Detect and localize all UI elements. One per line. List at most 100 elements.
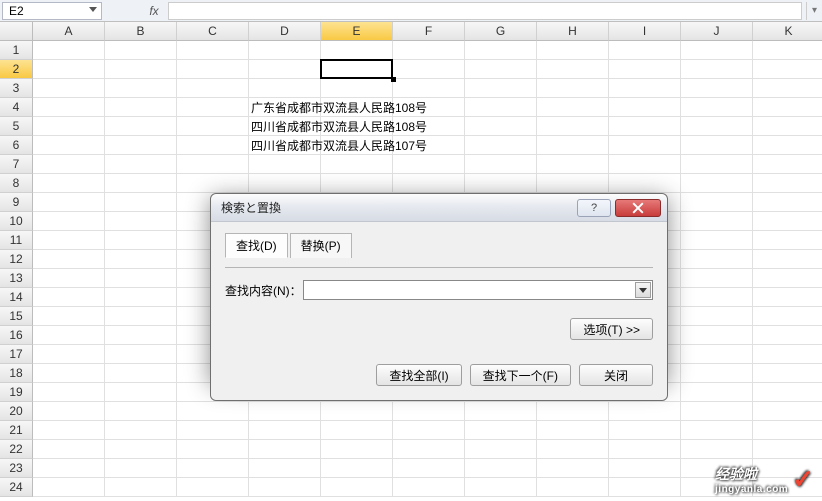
cell-C5[interactable] bbox=[177, 117, 249, 136]
cell-K1[interactable] bbox=[753, 41, 822, 60]
cell-B20[interactable] bbox=[105, 402, 177, 421]
cell-C20[interactable] bbox=[177, 402, 249, 421]
cell-D2[interactable] bbox=[249, 60, 321, 79]
cell-E8[interactable] bbox=[321, 174, 393, 193]
help-button[interactable]: ? bbox=[577, 199, 611, 217]
row-header-12[interactable]: 12 bbox=[0, 250, 33, 269]
cell-E3[interactable] bbox=[321, 79, 393, 98]
col-header-C[interactable]: C bbox=[177, 22, 249, 41]
row-header-24[interactable]: 24 bbox=[0, 478, 33, 497]
cell-E20[interactable] bbox=[321, 402, 393, 421]
cell-I20[interactable] bbox=[609, 402, 681, 421]
cell-J2[interactable] bbox=[681, 60, 753, 79]
cell-B22[interactable] bbox=[105, 440, 177, 459]
cell-A7[interactable] bbox=[33, 155, 105, 174]
cell-K22[interactable] bbox=[753, 440, 822, 459]
row-header-15[interactable]: 15 bbox=[0, 307, 33, 326]
cell-H6[interactable] bbox=[537, 136, 609, 155]
cell-C4[interactable] bbox=[177, 98, 249, 117]
name-box-dropdown-icon[interactable] bbox=[89, 7, 97, 12]
cell-K21[interactable] bbox=[753, 421, 822, 440]
cell-D6[interactable]: 四川省成都市双流县人民路107号 bbox=[249, 136, 321, 155]
cell-B19[interactable] bbox=[105, 383, 177, 402]
cell-J4[interactable] bbox=[681, 98, 753, 117]
cell-I23[interactable] bbox=[609, 459, 681, 478]
cell-J7[interactable] bbox=[681, 155, 753, 174]
dialog-titlebar[interactable]: 検索と置換 ? bbox=[211, 194, 667, 222]
cell-A1[interactable] bbox=[33, 41, 105, 60]
col-header-I[interactable]: I bbox=[609, 22, 681, 41]
cell-J5[interactable] bbox=[681, 117, 753, 136]
cell-C6[interactable] bbox=[177, 136, 249, 155]
cell-I6[interactable] bbox=[609, 136, 681, 155]
cell-H23[interactable] bbox=[537, 459, 609, 478]
row-header-11[interactable]: 11 bbox=[0, 231, 33, 250]
cell-I2[interactable] bbox=[609, 60, 681, 79]
cell-A13[interactable] bbox=[33, 269, 105, 288]
cell-J13[interactable] bbox=[681, 269, 753, 288]
cell-J19[interactable] bbox=[681, 383, 753, 402]
cell-K10[interactable] bbox=[753, 212, 822, 231]
cell-A24[interactable] bbox=[33, 478, 105, 497]
cell-B24[interactable] bbox=[105, 478, 177, 497]
row-header-17[interactable]: 17 bbox=[0, 345, 33, 364]
col-header-A[interactable]: A bbox=[33, 22, 105, 41]
cell-D5[interactable]: 四川省成都市双流县人民路108号 bbox=[249, 117, 321, 136]
cell-I3[interactable] bbox=[609, 79, 681, 98]
row-header-22[interactable]: 22 bbox=[0, 440, 33, 459]
cell-G5[interactable] bbox=[465, 117, 537, 136]
cell-A3[interactable] bbox=[33, 79, 105, 98]
close-button[interactable]: 关闭 bbox=[579, 364, 653, 386]
col-header-B[interactable]: B bbox=[105, 22, 177, 41]
cell-I7[interactable] bbox=[609, 155, 681, 174]
col-header-J[interactable]: J bbox=[681, 22, 753, 41]
cell-B12[interactable] bbox=[105, 250, 177, 269]
cell-K4[interactable] bbox=[753, 98, 822, 117]
row-header-3[interactable]: 3 bbox=[0, 79, 33, 98]
cell-D24[interactable] bbox=[249, 478, 321, 497]
row-header-1[interactable]: 1 bbox=[0, 41, 33, 60]
cell-H8[interactable] bbox=[537, 174, 609, 193]
cell-K19[interactable] bbox=[753, 383, 822, 402]
cell-F8[interactable] bbox=[393, 174, 465, 193]
cell-H2[interactable] bbox=[537, 60, 609, 79]
cell-F2[interactable] bbox=[393, 60, 465, 79]
cell-K13[interactable] bbox=[753, 269, 822, 288]
cell-J16[interactable] bbox=[681, 326, 753, 345]
cell-J22[interactable] bbox=[681, 440, 753, 459]
cell-A22[interactable] bbox=[33, 440, 105, 459]
row-header-23[interactable]: 23 bbox=[0, 459, 33, 478]
cell-A5[interactable] bbox=[33, 117, 105, 136]
cell-B3[interactable] bbox=[105, 79, 177, 98]
cell-I8[interactable] bbox=[609, 174, 681, 193]
cell-K20[interactable] bbox=[753, 402, 822, 421]
cell-C8[interactable] bbox=[177, 174, 249, 193]
cell-B21[interactable] bbox=[105, 421, 177, 440]
cell-J8[interactable] bbox=[681, 174, 753, 193]
cell-I24[interactable] bbox=[609, 478, 681, 497]
cell-H7[interactable] bbox=[537, 155, 609, 174]
row-header-21[interactable]: 21 bbox=[0, 421, 33, 440]
cell-J21[interactable] bbox=[681, 421, 753, 440]
cell-J20[interactable] bbox=[681, 402, 753, 421]
cell-J14[interactable] bbox=[681, 288, 753, 307]
cell-C2[interactable] bbox=[177, 60, 249, 79]
cell-D20[interactable] bbox=[249, 402, 321, 421]
cell-A4[interactable] bbox=[33, 98, 105, 117]
cell-B5[interactable] bbox=[105, 117, 177, 136]
cell-F7[interactable] bbox=[393, 155, 465, 174]
row-header-14[interactable]: 14 bbox=[0, 288, 33, 307]
cell-A12[interactable] bbox=[33, 250, 105, 269]
cell-I22[interactable] bbox=[609, 440, 681, 459]
cell-A15[interactable] bbox=[33, 307, 105, 326]
cell-E23[interactable] bbox=[321, 459, 393, 478]
fx-icon[interactable]: fx bbox=[142, 4, 166, 18]
row-header-2[interactable]: 2 bbox=[0, 60, 33, 79]
cell-A18[interactable] bbox=[33, 364, 105, 383]
cell-A14[interactable] bbox=[33, 288, 105, 307]
cell-J18[interactable] bbox=[681, 364, 753, 383]
cell-K18[interactable] bbox=[753, 364, 822, 383]
row-header-4[interactable]: 4 bbox=[0, 98, 33, 117]
cell-K8[interactable] bbox=[753, 174, 822, 193]
cell-G3[interactable] bbox=[465, 79, 537, 98]
